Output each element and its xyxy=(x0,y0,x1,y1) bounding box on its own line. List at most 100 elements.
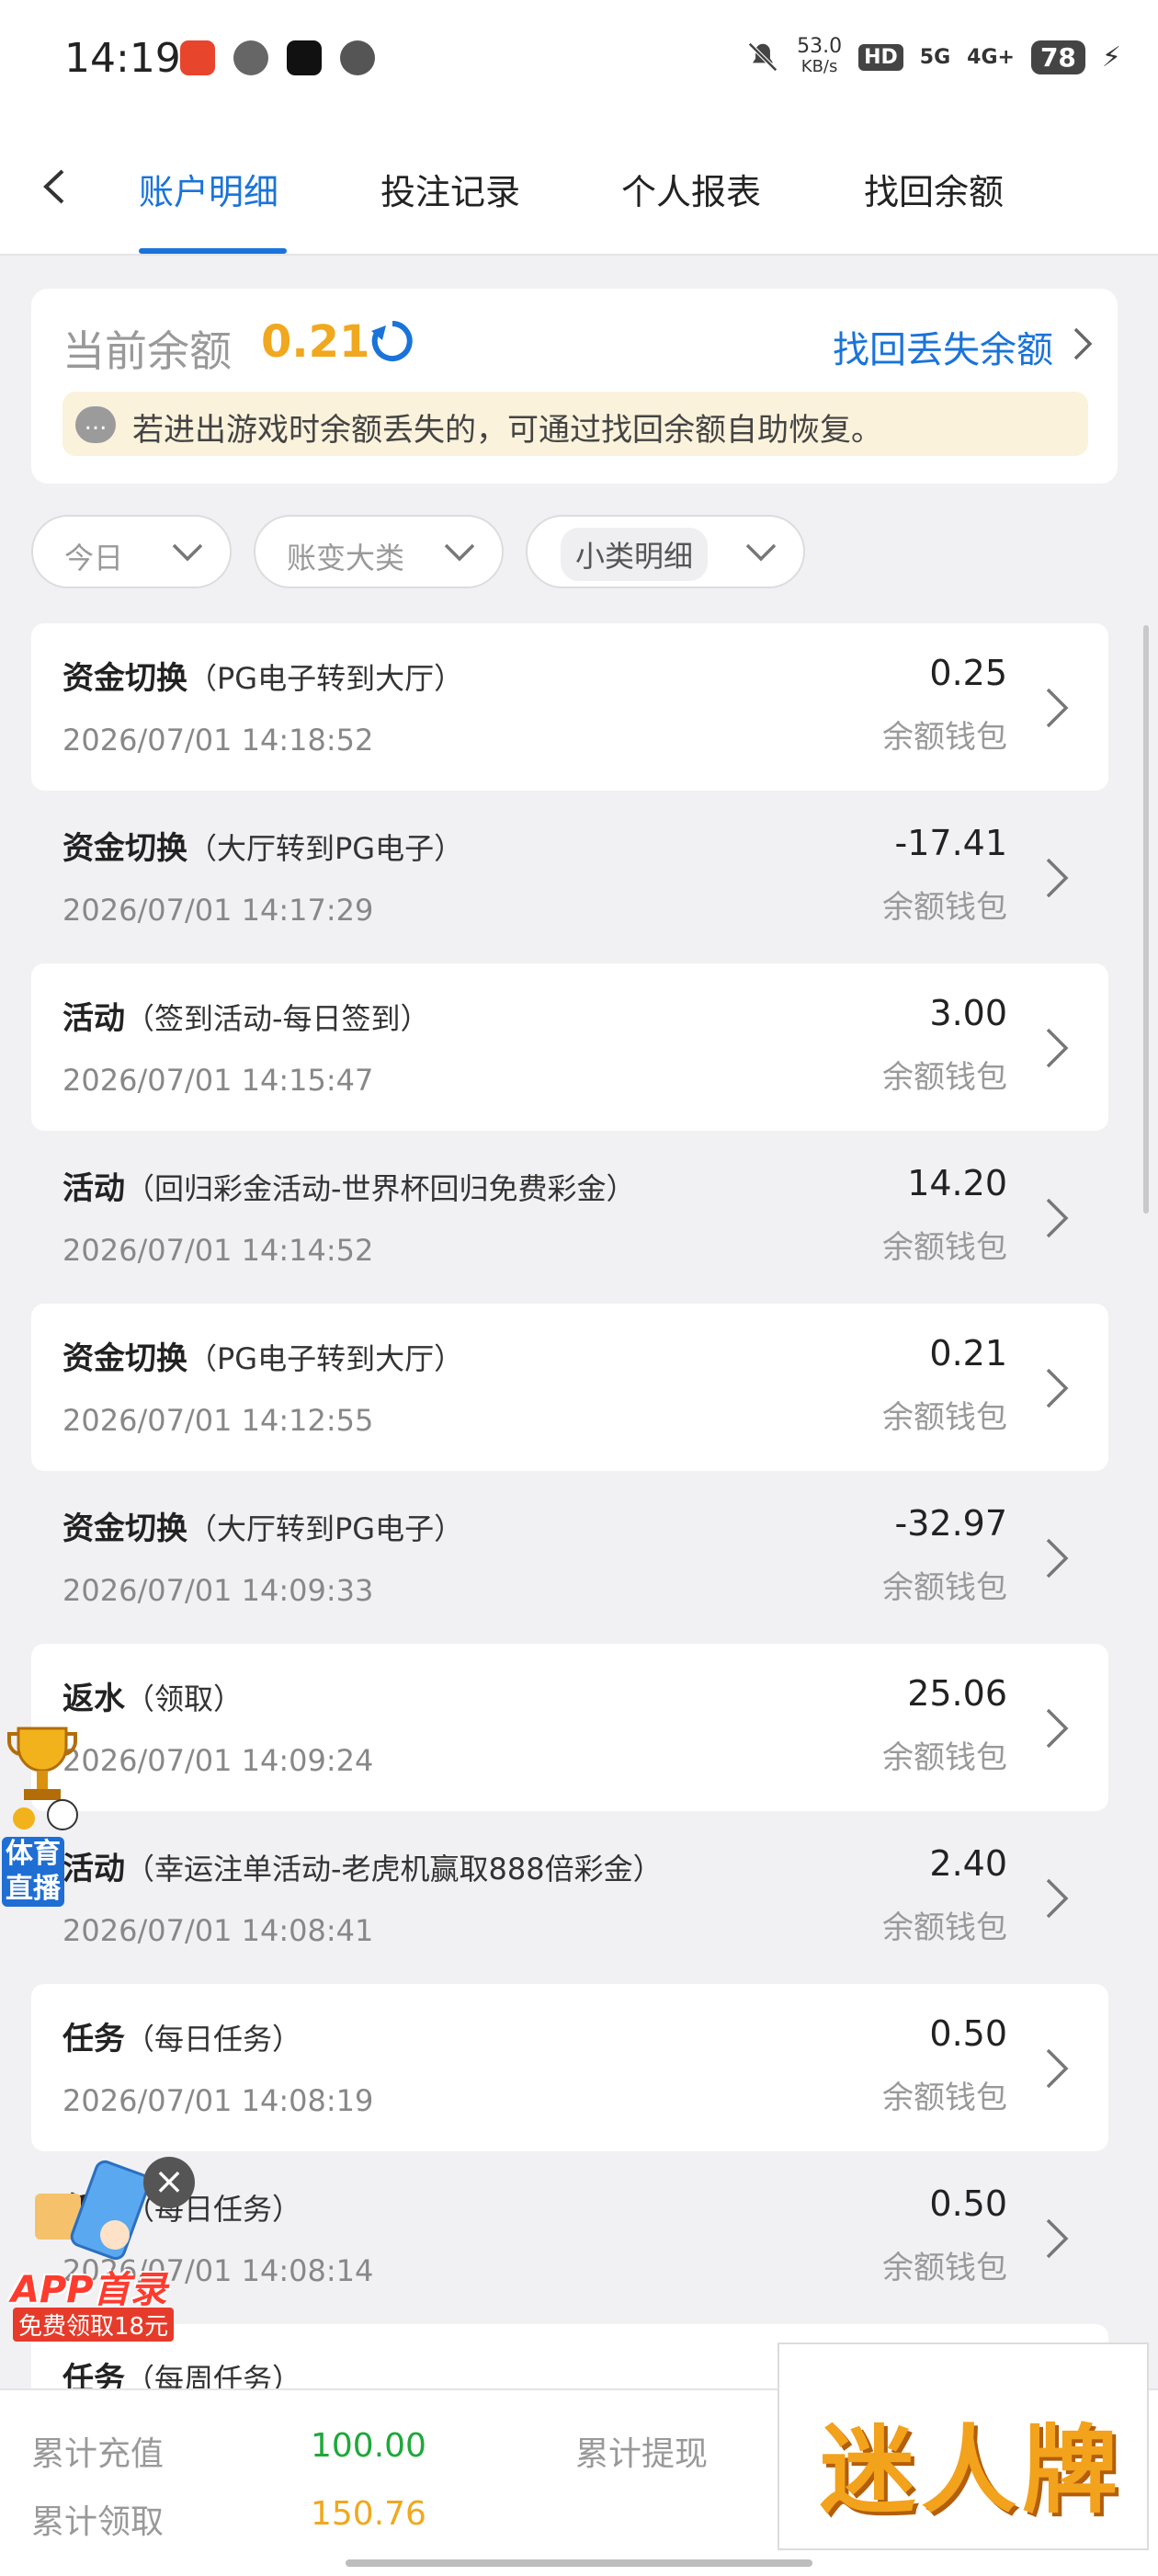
chevron-right-icon xyxy=(1046,1198,1069,1238)
link-notification-icon xyxy=(233,40,268,75)
tab-account-details[interactable]: 账户明细 xyxy=(139,164,278,214)
transaction-title: 任务（每周任务） xyxy=(62,2361,302,2388)
tab-personal-report[interactable]: 个人报表 xyxy=(621,164,761,214)
transaction-amount: 0.50 xyxy=(929,2183,1007,2224)
transaction-time: 2026/07/01 14:17:29 xyxy=(62,893,374,928)
transaction-title: 返水（领取） xyxy=(62,1681,244,1717)
transaction-wallet: 余额钱包 xyxy=(882,1909,1007,1946)
transaction-row[interactable]: 资金切换（PG电子转到大厅） 2026/07/01 14:18:52 0.25 … xyxy=(31,623,1108,791)
transaction-row[interactable]: 活动（幸运注单活动-老虎机赢取888倍彩金） 2026/07/01 14:08:… xyxy=(31,1814,1108,1981)
top-nav: 账户明细 投注记录 个人报表 找回余额 xyxy=(0,120,1158,256)
scrollbar[interactable] xyxy=(1143,625,1149,1214)
transaction-time: 2026/07/01 14:09:33 xyxy=(62,1573,374,1608)
back-icon[interactable] xyxy=(33,164,79,210)
transaction-amount: -17.41 xyxy=(894,823,1008,863)
close-icon[interactable]: × xyxy=(143,2157,195,2208)
transaction-title: 资金切换（PG电子转到大厅） xyxy=(62,1340,464,1377)
transaction-wallet: 余额钱包 xyxy=(882,1399,1007,1436)
transaction-wallet: 余额钱包 xyxy=(882,1229,1007,1266)
recover-lost-balance-link[interactable]: 找回丢失余额 xyxy=(833,320,1053,373)
balance-label: 当前余额 xyxy=(62,326,232,376)
network-speed: 53.0 KB/s xyxy=(797,35,843,77)
sports-live-text: 体育 直播 xyxy=(2,1837,64,1907)
transaction-time: 2026/07/01 14:14:52 xyxy=(62,1233,374,1268)
transaction-title: 资金切换（大厅转到PG电子） xyxy=(62,1510,464,1547)
chevron-right-icon xyxy=(1046,858,1069,898)
transaction-amount: 25.06 xyxy=(907,1673,1007,1714)
transaction-time: 2026/07/01 14:08:41 xyxy=(62,1913,374,1948)
trophy-icon xyxy=(6,1727,78,1830)
transaction-row[interactable]: 活动（回归彩金活动-世界杯回归免费彩金） 2026/07/01 14:14:52… xyxy=(31,1134,1108,1301)
transaction-amount: 14.20 xyxy=(907,1163,1007,1203)
filter-detail-label: 小类明细 xyxy=(561,528,709,581)
notice-text: 若进出游戏时余额丢失的，可通过找回余额自助恢复。 xyxy=(132,412,882,449)
transaction-title: 任务（每日任务） xyxy=(62,2021,302,2057)
notification-icons xyxy=(180,40,375,75)
status-bar: 14:19 53.0 KB/s HD 5G 4G+ 78 ⚡ xyxy=(0,0,1158,120)
brand-logo: 迷人牌 xyxy=(778,2342,1149,2550)
home-indicator[interactable] xyxy=(346,2559,812,2567)
app-promo-subtitle: 免费领取18元 xyxy=(13,2308,175,2342)
transaction-title: 活动（签到活动-每日签到） xyxy=(62,1000,430,1037)
total-claim-value: 150.76 xyxy=(311,2495,426,2533)
chevron-down-icon xyxy=(172,543,203,562)
balance-card: 当前余额 0.21 找回丢失余额 ... 若进出游戏时余额丢失的，可通过找回余额… xyxy=(31,289,1118,484)
notice-banner: ... 若进出游戏时余额丢失的，可通过找回余额自助恢复。 xyxy=(62,392,1088,456)
transaction-row[interactable]: 返水（领取） 2026/07/01 14:09:24 25.06 余额钱包 xyxy=(31,1644,1108,1811)
transaction-amount: 2.40 xyxy=(929,1843,1007,1884)
transaction-time: 2026/07/01 14:08:19 xyxy=(62,2083,374,2118)
chevron-right-icon xyxy=(1046,2048,1069,2089)
transaction-row[interactable]: 资金切换（大厅转到PG电子） 2026/07/01 14:09:33 -32.9… xyxy=(31,1474,1108,1641)
transaction-row[interactable]: 资金切换（大厅转到PG电子） 2026/07/01 14:17:29 -17.4… xyxy=(31,793,1108,961)
chevron-right-icon xyxy=(1046,1538,1069,1579)
transaction-row[interactable]: 任务（每日任务） 2026/07/01 14:08:19 0.50 余额钱包 xyxy=(31,1984,1108,2151)
transaction-time: 2026/07/01 14:15:47 xyxy=(62,1063,374,1098)
transaction-title: 资金切换（PG电子转到大厅） xyxy=(62,660,464,697)
transaction-amount: -32.97 xyxy=(894,1503,1008,1544)
message-notification-icon xyxy=(340,40,375,75)
transaction-time: 2026/07/01 14:18:52 xyxy=(62,723,374,758)
chevron-right-icon[interactable] xyxy=(1066,325,1097,362)
sports-live-float-button[interactable]: 体育 直播 xyxy=(0,1719,85,1914)
filter-category-label: 账变大类 xyxy=(287,541,405,576)
battery-icon: 78 xyxy=(1030,40,1085,74)
filter-detail-dropdown[interactable]: 小类明细 xyxy=(526,515,805,588)
transaction-wallet: 余额钱包 xyxy=(882,2250,1007,2286)
tiktok-notification-icon xyxy=(287,40,322,75)
transaction-amount: 0.25 xyxy=(929,653,1007,693)
chat-bubble-icon: ... xyxy=(75,406,116,443)
chevron-right-icon xyxy=(1046,1028,1069,1068)
transaction-time: 2026/07/01 14:09:24 xyxy=(62,1743,374,1778)
transaction-wallet: 余额钱包 xyxy=(882,1059,1007,1096)
transaction-wallet: 余额钱包 xyxy=(882,1739,1007,1776)
total-deposit-value: 100.00 xyxy=(311,2427,426,2465)
tab-bet-records[interactable]: 投注记录 xyxy=(380,164,520,214)
app-first-login-promo[interactable]: × APP首录 免费领取18元 xyxy=(0,2157,206,2342)
brand-logo-text: 迷人牌 xyxy=(820,2413,1124,2526)
balance-value: 0.21 xyxy=(261,316,370,368)
transaction-wallet: 余额钱包 xyxy=(882,719,1007,756)
total-deposit-label: 累计充值 xyxy=(31,2435,165,2473)
active-tab-indicator xyxy=(139,248,287,254)
refresh-icon[interactable] xyxy=(368,316,417,366)
signal-4g-icon: 4G+ xyxy=(967,45,1015,69)
transaction-row[interactable]: 活动（签到活动-每日签到） 2026/07/01 14:15:47 3.00 余… xyxy=(31,963,1108,1131)
chevron-right-icon xyxy=(1046,688,1069,728)
transaction-time: 2026/07/01 14:12:55 xyxy=(62,1403,374,1438)
chevron-right-icon xyxy=(1046,2218,1069,2259)
chevron-right-icon xyxy=(1046,1708,1069,1749)
system-status: 53.0 KB/s HD 5G 4G+ 78 ⚡ xyxy=(745,37,1121,77)
transaction-amount: 0.50 xyxy=(929,2013,1007,2054)
mute-icon xyxy=(748,42,778,72)
app-promo-title: APP首录 xyxy=(11,2269,167,2311)
transaction-wallet: 余额钱包 xyxy=(882,889,1007,926)
app-notification-icon xyxy=(180,40,215,75)
tab-recover-balance[interactable]: 找回余额 xyxy=(864,164,1004,214)
signal-5g-icon: 5G xyxy=(919,45,951,69)
transaction-row[interactable]: 资金切换（PG电子转到大厅） 2026/07/01 14:12:55 0.21 … xyxy=(31,1304,1108,1471)
chevron-right-icon xyxy=(1046,1878,1069,1919)
hd-icon: HD xyxy=(858,43,903,71)
filter-day-dropdown[interactable]: 今日 xyxy=(31,515,232,588)
filter-category-dropdown[interactable]: 账变大类 xyxy=(254,515,504,588)
transaction-wallet: 余额钱包 xyxy=(882,2080,1007,2116)
